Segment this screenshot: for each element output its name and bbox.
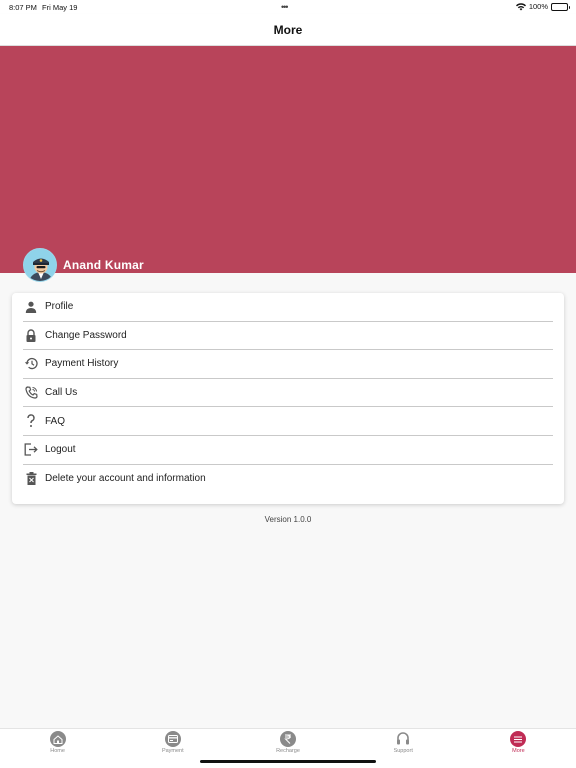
tab-label: Home [50, 748, 65, 754]
tab-more[interactable]: More [461, 729, 576, 768]
phone-icon [23, 385, 39, 401]
multitasking-dots-icon[interactable]: ••• [281, 2, 289, 12]
logout-icon [23, 442, 39, 458]
headset-icon [395, 731, 411, 747]
menu-item-label: Logout [45, 444, 76, 456]
status-date: Fri May 19 [42, 3, 78, 12]
menu-item-delete-account[interactable]: Delete your account and information [23, 465, 553, 494]
menu-item-label: Delete your account and information [45, 473, 206, 485]
profile-header-banner [0, 46, 576, 273]
menu-item-change-password[interactable]: Change Password [23, 322, 553, 351]
status-right: 100% [515, 2, 570, 11]
menu-card: Profile Change Password Payment History … [12, 293, 564, 504]
menu-item-logout[interactable]: Logout [23, 436, 553, 465]
menu-item-payment-history[interactable]: Payment History [23, 350, 553, 379]
menu-item-label: Change Password [45, 329, 127, 341]
status-bar: 8:07 PM Fri May 19 ••• 100% [0, 0, 576, 14]
menu-icon [510, 731, 527, 747]
menu-item-label: Profile [45, 301, 74, 313]
wifi-icon [515, 2, 526, 10]
trash-icon [23, 471, 39, 487]
lock-icon [23, 327, 39, 343]
tab-label: Recharge [276, 748, 300, 754]
battery-percent: 100% [528, 2, 548, 11]
menu-item-call-us[interactable]: Call Us [23, 379, 553, 408]
history-icon [23, 356, 39, 372]
payment-icon [164, 731, 181, 747]
user-name: Anand Kumar [63, 258, 144, 272]
avatar[interactable] [23, 248, 57, 282]
menu-item-label: Payment History [45, 358, 119, 370]
menu-item-faq[interactable]: FAQ [23, 407, 553, 436]
menu-item-label: FAQ [45, 415, 66, 427]
tab-label: More [512, 748, 525, 754]
page-title: More [273, 22, 303, 37]
tab-home[interactable]: Home [0, 729, 115, 768]
home-indicator[interactable] [200, 760, 376, 763]
tab-label: Payment [161, 748, 184, 754]
navigation-bar: More [0, 14, 576, 46]
status-time: 8:07 PM [9, 3, 37, 12]
person-icon [23, 299, 39, 315]
menu-item-profile[interactable]: Profile [23, 293, 553, 322]
home-icon [49, 731, 66, 747]
app-version: Version 1.0.0 [264, 515, 312, 524]
menu-item-label: Call Us [45, 387, 78, 399]
tab-label: Support [393, 748, 413, 754]
captain-avatar-icon [24, 249, 56, 281]
rupee-icon [280, 731, 296, 747]
battery-icon [551, 2, 570, 11]
question-icon [23, 413, 39, 429]
